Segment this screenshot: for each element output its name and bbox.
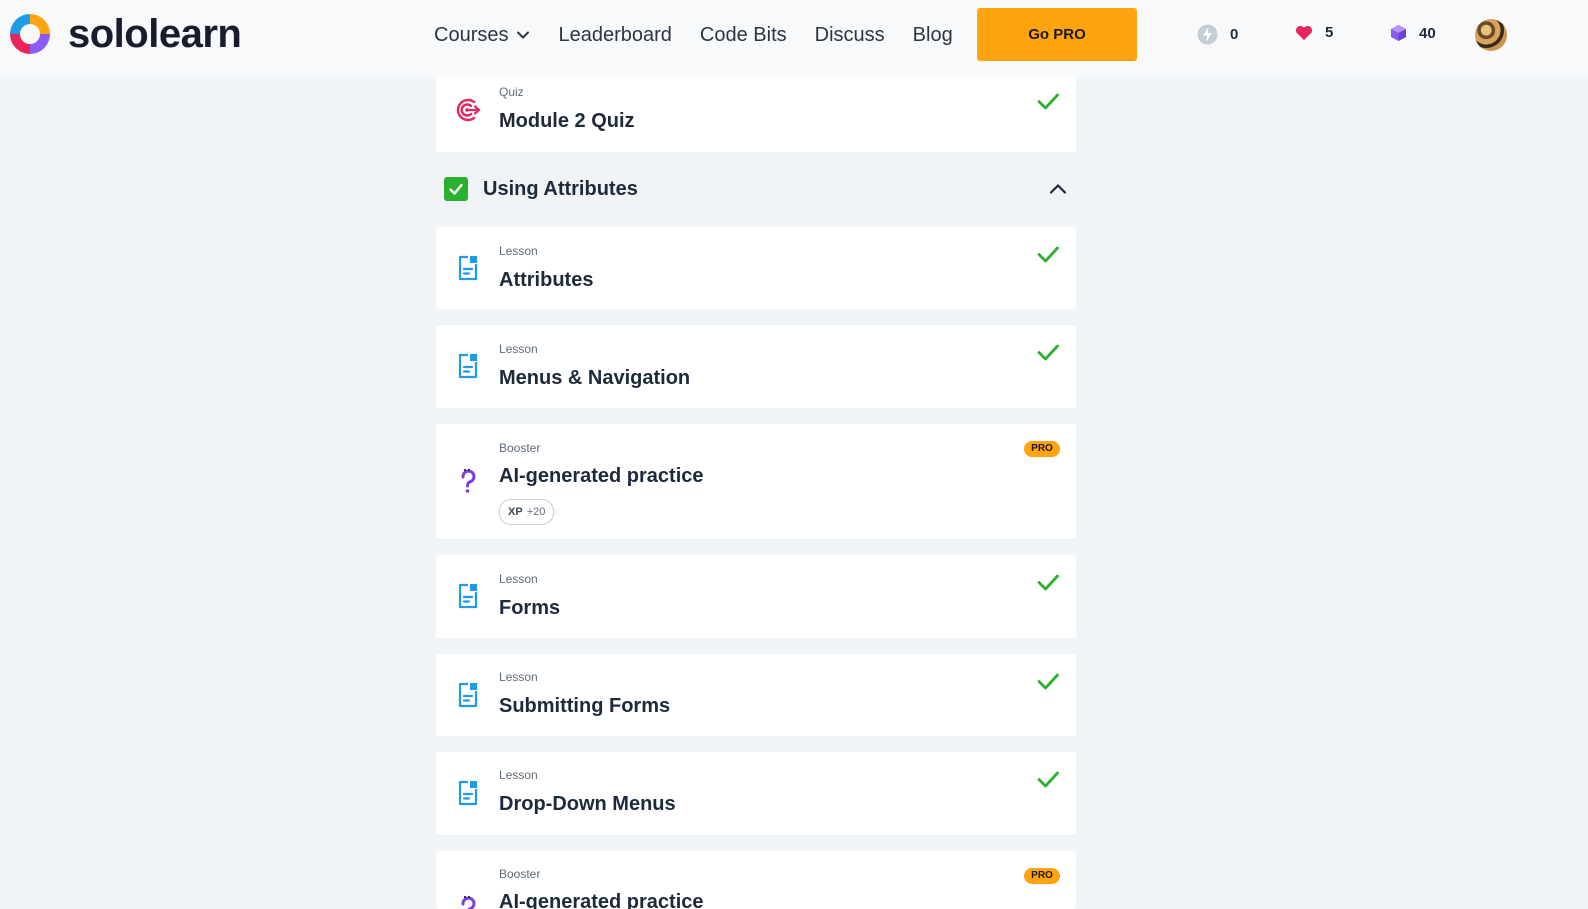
target-icon — [456, 98, 481, 122]
item-type: Lesson — [499, 342, 538, 356]
item-title: AI-generated practice — [499, 891, 704, 909]
question-icon — [461, 468, 476, 493]
nav-discuss[interactable]: Discuss — [815, 22, 885, 48]
item-title: Submitting Forms — [499, 695, 671, 717]
item-title: Forms — [499, 597, 561, 619]
gem-icon — [1391, 25, 1406, 41]
xp-label: XP — [508, 506, 523, 518]
booster-card[interactable]: Booster AI-generated practice XP +20 PRO — [436, 424, 1076, 539]
checkmark-icon — [1037, 771, 1059, 788]
item-type: Lesson — [499, 244, 538, 258]
item-type: Lesson — [499, 670, 538, 684]
checkmark-icon — [449, 183, 463, 195]
lesson-card-forms[interactable]: Lesson Forms — [436, 555, 1076, 638]
quiz-card[interactable]: Quiz Module 2 Quiz — [436, 67, 1076, 152]
item-type: Lesson — [499, 768, 538, 782]
hearts-counter[interactable]: 5 — [1295, 24, 1333, 41]
hearts-count: 5 — [1325, 24, 1334, 41]
item-type: Lesson — [499, 572, 538, 586]
item-title: Attributes — [499, 269, 594, 291]
item-type: Quiz — [499, 85, 524, 99]
checkmark-icon — [1037, 246, 1059, 263]
item-type: Booster — [499, 867, 541, 881]
item-title: Module 2 Quiz — [499, 110, 635, 132]
xp-reward-pill: XP +20 — [499, 499, 555, 525]
booster-card[interactable]: Booster AI-generated practice PRO — [436, 851, 1076, 909]
lesson-card-menus-navigation[interactable]: Lesson Menus & Navigation — [436, 325, 1076, 408]
item-title: Drop-Down Menus — [499, 793, 676, 815]
item-title: Menus & Navigation — [499, 367, 691, 389]
lesson-card-attributes[interactable]: Lesson Attributes — [436, 227, 1076, 309]
section-title: Using Attributes — [483, 177, 638, 200]
go-pro-button[interactable]: Go PRO — [977, 8, 1137, 61]
chevron-up-icon[interactable] — [1046, 177, 1070, 201]
main-nav: Courses Leaderboard Code Bits Discuss Bl… — [434, 22, 981, 48]
item-title: AI-generated practice — [499, 465, 704, 487]
pro-badge: PRO — [1024, 868, 1060, 884]
xp-value: +20 — [526, 506, 546, 518]
chevron-down-icon — [517, 31, 530, 39]
document-icon — [458, 780, 478, 806]
checkmark-icon — [1037, 344, 1059, 361]
heart-icon — [1295, 25, 1313, 40]
checkmark-icon — [1037, 673, 1059, 690]
gems-count: 40 — [1419, 24, 1436, 42]
item-type: Booster — [499, 441, 541, 455]
nav-leaderboard[interactable]: Leaderboard — [558, 22, 671, 48]
streak-counter[interactable]: 0 — [1197, 24, 1238, 45]
nav-code-bits[interactable]: Code Bits — [700, 22, 787, 48]
document-icon — [458, 353, 478, 379]
section-complete-checkbox — [444, 177, 468, 201]
streak-count: 0 — [1230, 26, 1239, 43]
pro-badge: PRO — [1024, 441, 1060, 457]
lesson-card-submitting-forms[interactable]: Lesson Submitting Forms — [436, 654, 1076, 736]
lightning-icon — [1197, 24, 1218, 45]
question-icon — [461, 895, 476, 909]
checkmark-icon — [1037, 574, 1059, 591]
nav-courses[interactable]: Courses — [434, 22, 530, 48]
lesson-card-drop-down-menus[interactable]: Lesson Drop-Down Menus — [436, 752, 1076, 835]
gems-counter[interactable]: 40 — [1390, 24, 1436, 42]
section-header[interactable]: Using Attributes — [436, 171, 1076, 207]
sololearn-logo-icon — [10, 14, 50, 54]
brand-name: sololearn — [68, 12, 242, 56]
document-icon — [458, 583, 478, 609]
user-avatar[interactable] — [1475, 19, 1507, 51]
document-icon — [458, 682, 478, 708]
nav-blog[interactable]: Blog — [913, 22, 953, 48]
nav-courses-label: Courses — [434, 24, 509, 46]
document-icon — [458, 255, 478, 281]
sololearn-logo[interactable]: sololearn — [6, 10, 242, 58]
top-header: sololearn Courses Leaderboard Code Bits … — [0, 0, 1588, 77]
checkmark-icon — [1037, 93, 1059, 110]
